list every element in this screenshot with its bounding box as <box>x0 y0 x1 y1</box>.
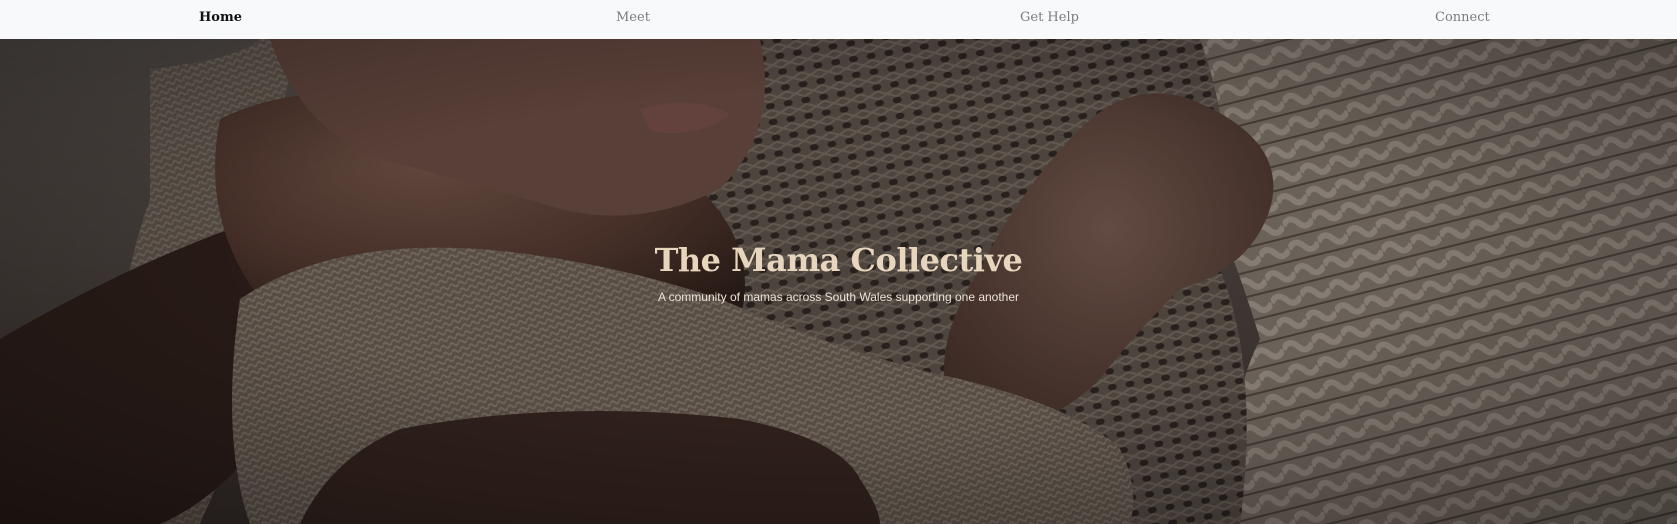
hero-subtitle: A community of mamas across South Wales … <box>657 290 1020 304</box>
nav-connect-link[interactable]: Connect <box>1435 10 1490 26</box>
nav-meet-link[interactable]: Meet <box>616 10 650 26</box>
top-navigation: Home Meet Get Help Connect <box>0 0 1677 39</box>
nav-home-link[interactable]: Home <box>199 10 242 26</box>
nav-get-help-link[interactable]: Get Help <box>1020 10 1079 26</box>
hero-title: The Mama Collective <box>654 241 1023 279</box>
hero-text-block: The Mama Collective A community of mamas… <box>0 39 1677 524</box>
page: Home Meet Get Help Connect The Mama Coll… <box>0 0 1677 524</box>
